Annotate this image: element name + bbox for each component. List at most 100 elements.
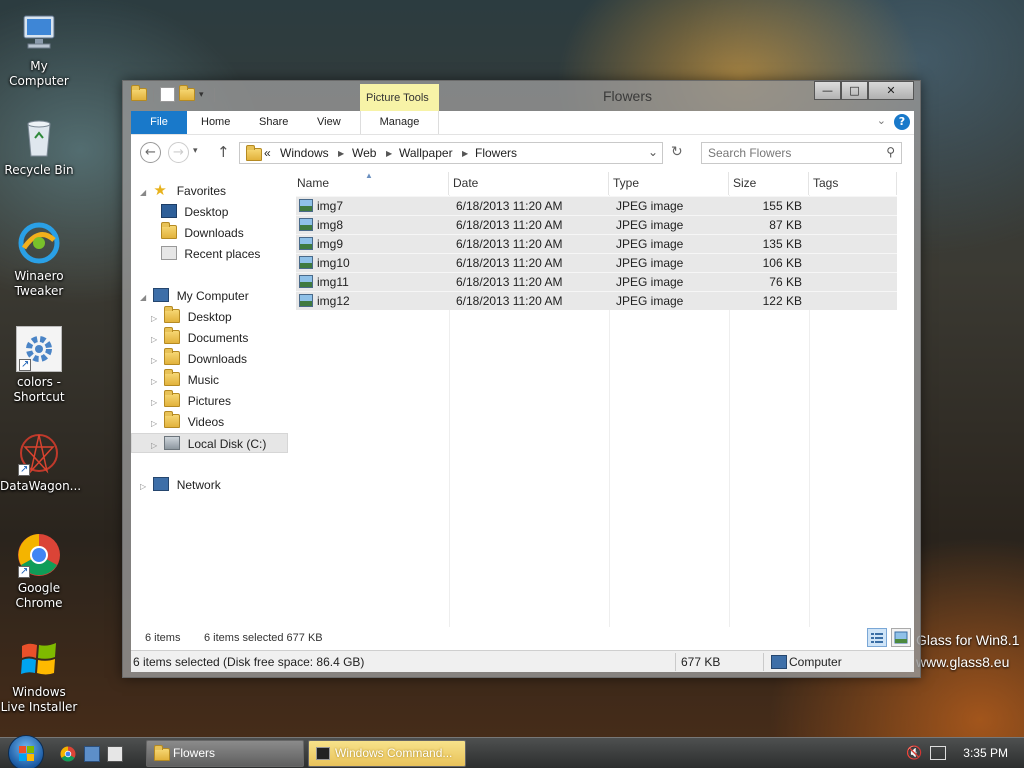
breadcrumb-windows[interactable]: Windows [280, 146, 329, 160]
navigation-pane: ◢ ★ Favorites Desktop Downloads Recent p… [131, 172, 289, 627]
tab-view[interactable]: View [317, 111, 341, 134]
window-switcher-icon[interactable] [107, 746, 123, 762]
new-folder-icon[interactable] [179, 85, 195, 101]
file-row[interactable]: img11 6/18/2013 11:20 AM JPEG image 76 K… [296, 272, 897, 291]
nav-computer-videos[interactable]: ▷ Videos [151, 411, 224, 434]
desktop-icon-datawagon[interactable]: DataWagon... [0, 430, 82, 494]
nav-favorites-recent-places[interactable]: Recent places [161, 244, 260, 264]
nav-my-computer[interactable]: ◢ My Computer [140, 286, 249, 306]
desktop-icon-google-chrome[interactable]: Google Chrome [0, 532, 78, 611]
explorer-window: ▾ Picture Tools Flowers — □ ✕ File Home … [122, 80, 921, 678]
expand-arrow-icon[interactable]: ▷ [151, 372, 161, 392]
expand-arrow-icon[interactable]: ▷ [151, 351, 161, 371]
tab-share[interactable]: Share [259, 111, 288, 134]
nav-computer-pictures[interactable]: ▷ Pictures [151, 390, 231, 413]
properties-icon[interactable] [160, 87, 175, 102]
file-date: 6/18/2013 11:20 AM [456, 237, 563, 251]
collapse-arrow-icon[interactable]: ◢ [140, 183, 150, 203]
chevron-down-icon[interactable]: ⌄ [648, 145, 658, 159]
search-box[interactable]: ⚲ [701, 142, 902, 164]
recent-locations-icon[interactable]: ▾ [193, 146, 198, 156]
file-type: JPEG image [616, 199, 684, 213]
file-row[interactable]: img9 6/18/2013 11:20 AM JPEG image 135 K… [296, 234, 897, 253]
volume-muted-icon[interactable]: 🔇 [906, 746, 922, 761]
refresh-icon[interactable]: ↻ [671, 144, 683, 160]
search-icon[interactable]: ⚲ [886, 145, 895, 159]
breadcrumb-flowers[interactable]: Flowers [475, 146, 517, 160]
nav-computer-local-disk[interactable]: ▷ Local Disk (C:) [131, 433, 288, 453]
content-area: ◢ ★ Favorites Desktop Downloads Recent p… [131, 171, 914, 627]
desktop-icon-label: My Computer [9, 59, 69, 88]
tab-manage[interactable]: Manage [360, 111, 439, 134]
nav-favorites[interactable]: ◢ ★ Favorites [140, 181, 226, 201]
file-row[interactable]: img12 6/18/2013 11:20 AM JPEG image 122 … [296, 291, 897, 310]
taskbar-button-flowers[interactable]: Flowers [146, 740, 304, 767]
search-input[interactable] [708, 146, 878, 160]
nav-computer-music[interactable]: ▷ Music [151, 369, 219, 392]
recycle-bin-icon [16, 114, 62, 160]
file-type: JPEG image [616, 294, 684, 308]
show-desktop-icon[interactable] [84, 746, 100, 762]
expand-ribbon-icon[interactable]: ⌄ [877, 114, 886, 127]
taskbar-button-command-prompt[interactable]: Windows Command... [308, 740, 466, 767]
computer-icon [153, 288, 170, 302]
chevron-right-icon[interactable]: ▶ [338, 149, 344, 158]
nav-computer-downloads[interactable]: ▷ Downloads [151, 348, 247, 371]
maximize-button[interactable]: □ [841, 81, 868, 100]
chevron-right-icon[interactable]: ▶ [462, 149, 468, 158]
back-button[interactable]: ← [140, 142, 161, 163]
column-header-name[interactable]: Name ▲ [293, 171, 449, 195]
chevron-right-icon[interactable]: ▶ [386, 149, 392, 158]
start-button[interactable] [8, 735, 44, 768]
large-icons-view-button[interactable] [891, 628, 911, 647]
title-bar[interactable]: ▾ Picture Tools Flowers — □ ✕ [123, 81, 920, 112]
breadcrumb-wallpaper[interactable]: Wallpaper [399, 146, 453, 160]
close-button[interactable]: ✕ [868, 81, 914, 100]
expand-arrow-icon[interactable]: ▷ [151, 330, 161, 350]
expand-arrow-icon[interactable]: ▷ [151, 414, 161, 434]
breadcrumb-web[interactable]: Web [352, 146, 376, 160]
desktop-icon-windows-live-installer[interactable]: Windows Live Installer [0, 636, 78, 715]
nav-network[interactable]: ▷ Network [140, 475, 221, 495]
file-row[interactable]: img8 6/18/2013 11:20 AM JPEG image 87 KB [296, 215, 897, 234]
watermark-url: www.glass8.eu [916, 654, 1010, 670]
column-header-date[interactable]: Date [449, 172, 609, 195]
nav-label: Desktop [187, 310, 232, 324]
forward-button[interactable]: → [168, 142, 189, 163]
file-row[interactable]: img10 6/18/2013 11:20 AM JPEG image 106 … [296, 253, 897, 272]
desktop-icon-label: DataWagon... [0, 479, 82, 493]
nav-favorites-downloads[interactable]: Downloads [161, 222, 244, 243]
selection-summary: 6 items selected 677 KB [204, 632, 323, 644]
expand-arrow-icon[interactable]: ▷ [151, 393, 161, 413]
minimize-button[interactable]: — [814, 81, 841, 100]
expand-arrow-icon[interactable]: ▷ [140, 477, 150, 497]
help-icon[interactable]: ? [894, 114, 910, 130]
nav-favorites-desktop[interactable]: Desktop [161, 202, 228, 222]
expand-arrow-icon[interactable]: ▷ [151, 309, 161, 329]
collapse-arrow-icon[interactable]: ◢ [140, 288, 150, 308]
nav-label: Downloads [184, 226, 244, 240]
nav-computer-desktop[interactable]: ▷ Desktop [151, 306, 232, 329]
file-row[interactable]: img7 6/18/2013 11:20 AM JPEG image 155 K… [296, 196, 897, 215]
column-header-tags[interactable]: Tags [809, 172, 897, 195]
expand-arrow-icon[interactable]: ▷ [151, 436, 161, 456]
downloads-folder-icon [161, 222, 177, 239]
column-header-size[interactable]: Size [729, 172, 809, 195]
address-bar[interactable]: « Windows ▶ Web ▶ Wallpaper ▶ Flowers ⌄ [239, 142, 663, 164]
up-arrow-icon[interactable]: ↑ [217, 143, 230, 161]
clock[interactable]: 3:35 PM [963, 746, 1008, 760]
column-header-type[interactable]: Type [609, 172, 729, 195]
customize-toolbar-icon[interactable]: ▾ [199, 90, 204, 100]
nav-computer-documents[interactable]: ▷ Documents [151, 327, 248, 350]
chrome-icon[interactable] [60, 746, 76, 762]
breadcrumb-overflow[interactable]: « [264, 146, 271, 160]
desktop-icon-my-computer[interactable]: My Computer [0, 10, 78, 89]
details-view-button[interactable] [867, 628, 887, 647]
desktop-icon-colors-shortcut[interactable]: colors - Shortcut [0, 326, 78, 405]
tab-file[interactable]: File [131, 111, 187, 134]
desktop-icon-winaero-tweaker[interactable]: Winaero Tweaker [0, 220, 78, 299]
file-type: JPEG image [616, 275, 684, 289]
tab-home[interactable]: Home [201, 111, 230, 134]
network-tray-icon[interactable] [930, 746, 946, 760]
desktop-icon-recycle-bin[interactable]: Recycle Bin [0, 114, 78, 178]
